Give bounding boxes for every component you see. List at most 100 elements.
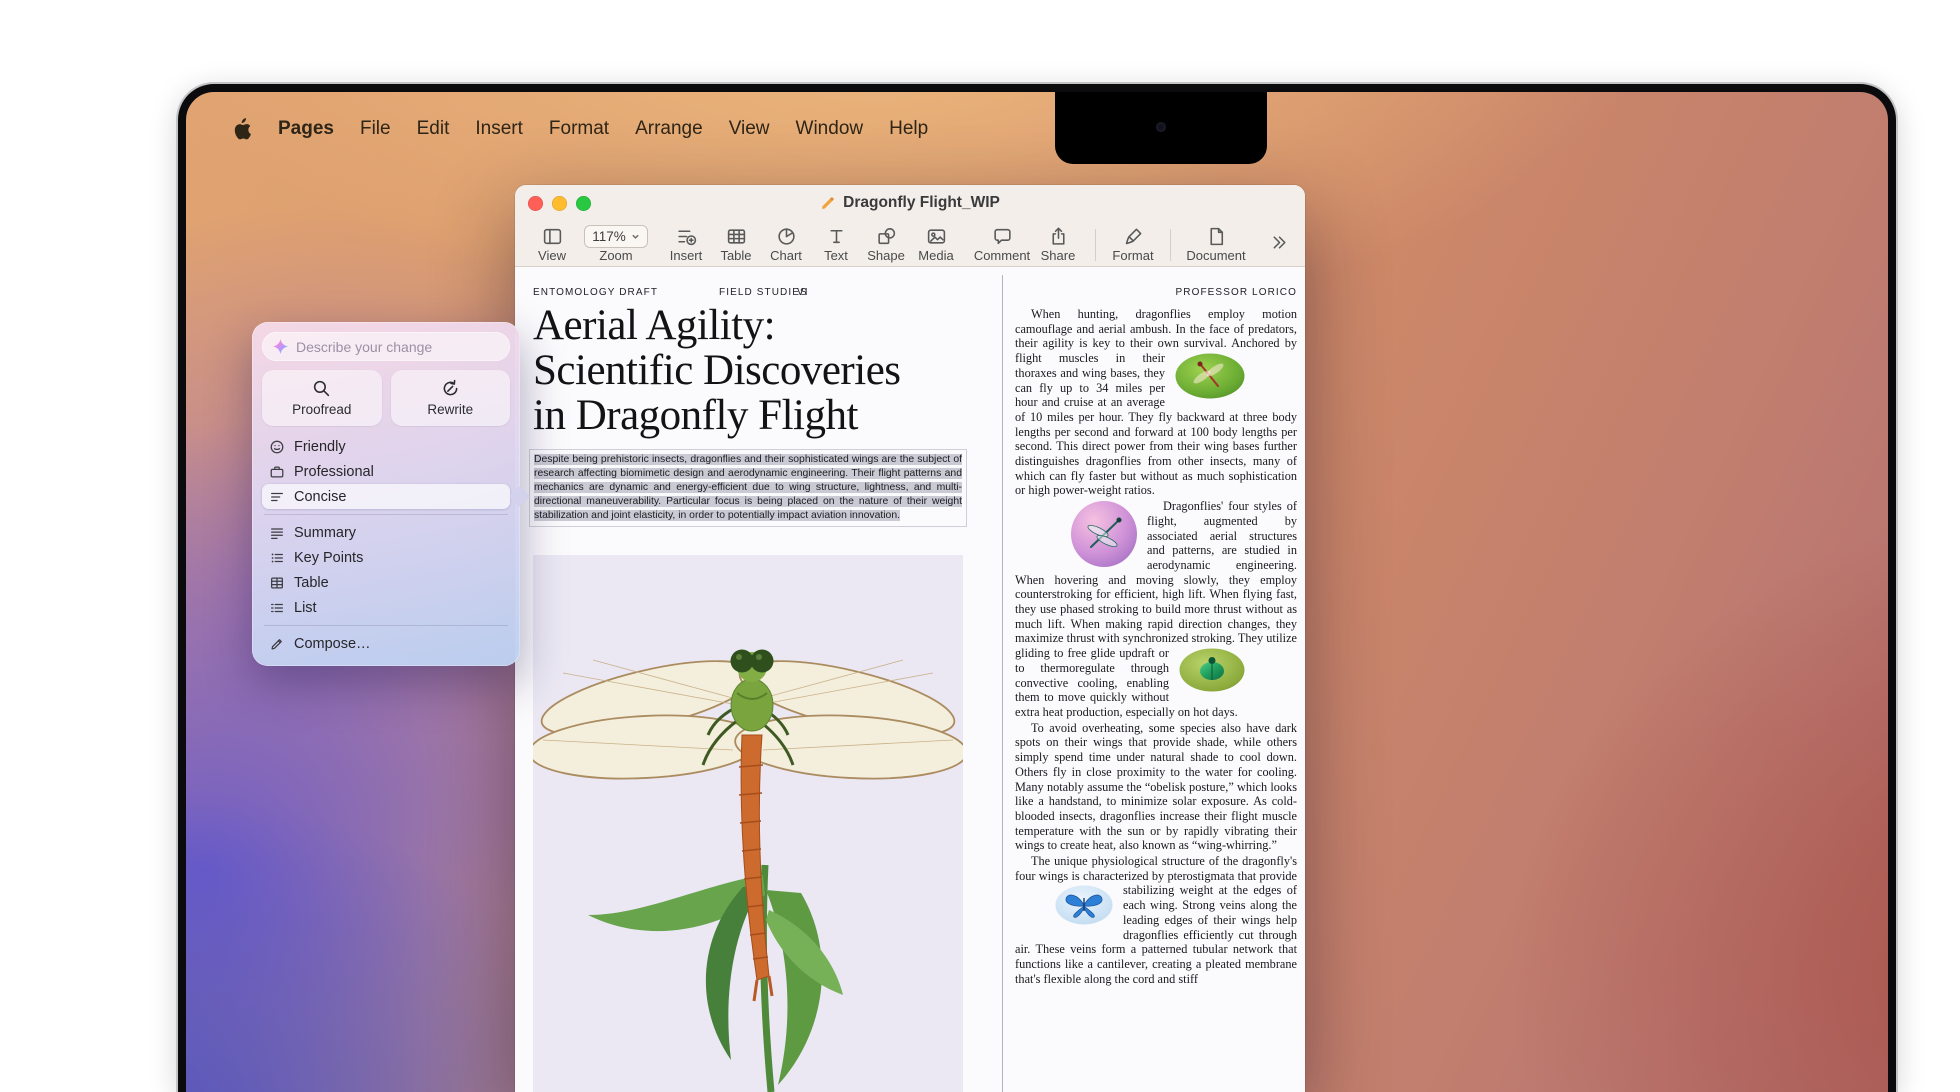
- toolbar-item-share[interactable]: Share: [1033, 224, 1083, 262]
- toolbar-item-label: Media: [918, 249, 953, 262]
- menu-item-edit[interactable]: Edit: [417, 118, 450, 140]
- compose-pencil-icon: [269, 636, 285, 652]
- toolbar-item-label: Table: [720, 249, 751, 262]
- facetime-camera: [1156, 122, 1166, 132]
- toolbar-item-label: Share: [1041, 249, 1076, 262]
- toolbar-item-more[interactable]: [1263, 224, 1293, 254]
- format-brush-icon: [1123, 225, 1144, 248]
- toolbar-item-label: View: [538, 249, 566, 262]
- menu-app-name[interactable]: Pages: [278, 118, 334, 140]
- writing-tools-item-professional[interactable]: Professional: [262, 459, 510, 484]
- fullscreen-button[interactable]: [576, 196, 591, 211]
- menu-item-label: Key Points: [294, 550, 363, 566]
- menu-item-label: Summary: [294, 525, 356, 541]
- title-line-1: Aerial Agility:: [533, 303, 967, 348]
- bullet-list-icon: [269, 550, 285, 566]
- toolbar-item-document[interactable]: Document: [1183, 224, 1249, 262]
- toolbar-item-label: Comment: [974, 249, 1030, 262]
- minimize-button[interactable]: [552, 196, 567, 211]
- body-paragraph[interactable]: When hunting, dragonflies employ motion …: [1015, 307, 1297, 498]
- document-icon: [1206, 225, 1227, 248]
- menu-item-format[interactable]: Format: [549, 118, 609, 140]
- body-paragraph[interactable]: To avoid overheating, some species also …: [1015, 721, 1297, 853]
- rewrite-button[interactable]: Rewrite: [391, 370, 511, 426]
- kicker-row[interactable]: ENTOMOLOGY DRAFT FIELD STUDIES VI: [533, 287, 963, 301]
- insert-icon: [676, 225, 697, 248]
- byline[interactable]: PROFESSOR LORICO: [1175, 287, 1297, 298]
- close-button[interactable]: [528, 196, 543, 211]
- toolbar-item-text[interactable]: Text: [811, 224, 861, 262]
- kicker-center[interactable]: FIELD STUDIES: [719, 287, 808, 298]
- toolbar-item-media[interactable]: Media: [911, 224, 961, 262]
- inline-photo-dragonfly-green[interactable]: [1175, 353, 1245, 399]
- menu-item-window[interactable]: Window: [796, 118, 864, 140]
- smiley-icon: [269, 439, 285, 455]
- action-label: Rewrite: [427, 402, 473, 417]
- writing-tools-item-compose[interactable]: Compose…: [262, 631, 510, 656]
- zoom-dropdown[interactable]: 117%: [584, 225, 648, 248]
- toolbar-separator: [1095, 229, 1096, 261]
- article-title[interactable]: Aerial Agility: Scientific Discoveries i…: [533, 303, 967, 438]
- selected-intro-paragraph[interactable]: Despite being prehistoric insects, drago…: [529, 449, 967, 527]
- writing-tools-item-list[interactable]: List: [262, 595, 510, 620]
- toolbar-item-zoom[interactable]: 117%Zoom: [583, 224, 649, 262]
- toolbar-item-format[interactable]: Format: [1108, 224, 1158, 262]
- dragonfly-illustration-svg: [533, 555, 963, 1092]
- title-line-2: Scientific Discoveries: [533, 348, 967, 393]
- proofread-button[interactable]: Proofread: [262, 370, 382, 426]
- menu-item-label: Concise: [294, 489, 346, 505]
- toolbar: View 117%Zoom Insert Table Chart Text Shape Med…: [515, 221, 1305, 267]
- menu-item-view[interactable]: View: [729, 118, 770, 140]
- pages-window: Dragonfly Flight_WIP View117%ZoomInsertT…: [515, 185, 1305, 1092]
- inline-photo-dragonfly-pink[interactable]: [1071, 501, 1137, 567]
- dragonfly-illustration[interactable]: [533, 555, 963, 1092]
- toolbar-item-label: Zoom: [599, 249, 632, 262]
- writing-tools-item-table[interactable]: Table: [262, 570, 510, 595]
- inline-photo-beetle[interactable]: [1179, 648, 1245, 692]
- table-icon: [726, 225, 747, 248]
- menu-bar: Pages File Edit Insert Format Arrange View Win…: [186, 92, 1888, 166]
- toolbar-item-chart[interactable]: Chart: [761, 224, 811, 262]
- traffic-lights: [528, 196, 591, 211]
- toolbar-item-label: Chart: [770, 249, 802, 262]
- menu-item-label: Friendly: [294, 439, 346, 455]
- toolbar-item-label: Shape: [867, 249, 905, 262]
- writing-tools-item-summary[interactable]: Summary: [262, 520, 510, 545]
- writing-tools-actions: Proofread Rewrite: [262, 370, 510, 426]
- magnifier-icon: [312, 379, 331, 398]
- writing-tools-popover: Proofread Rewrite Friendly Professional Con…: [252, 322, 520, 666]
- menu-item-arrange[interactable]: Arrange: [635, 118, 703, 140]
- writing-tools-item-concise[interactable]: Concise: [262, 484, 510, 509]
- concise-lines-icon: [269, 489, 285, 505]
- desktop-wallpaper: Pages File Edit Insert Format Arrange View Win…: [186, 92, 1888, 1092]
- toolbar-item-insert[interactable]: Insert: [661, 224, 711, 262]
- right-column: PROFESSOR LORICO When hunting, dragonfli…: [1015, 267, 1297, 1092]
- double-chevron-icon: [1268, 231, 1289, 254]
- macbook-bezel: Pages File Edit Insert Format Arrange View Win…: [178, 84, 1896, 1092]
- apple-menu[interactable]: [232, 117, 252, 141]
- menu-divider: [264, 625, 508, 626]
- toolbar-item-comment[interactable]: Comment: [971, 224, 1033, 262]
- menu-item-insert[interactable]: Insert: [475, 118, 523, 140]
- menu-item-label: Table: [294, 575, 329, 591]
- column-divider-rule: [1002, 275, 1003, 1092]
- share-icon: [1048, 225, 1069, 248]
- writing-tools-item-key-points[interactable]: Key Points: [262, 545, 510, 570]
- kicker-left[interactable]: ENTOMOLOGY DRAFT: [533, 287, 658, 298]
- toolbar-item-label: Format: [1112, 249, 1153, 262]
- toolbar-item-label: Text: [824, 249, 848, 262]
- body-paragraph[interactable]: The unique physiological structure of th…: [1015, 854, 1297, 986]
- describe-change-input[interactable]: [296, 339, 500, 355]
- toolbar-item-shape[interactable]: Shape: [861, 224, 911, 262]
- writing-tools-item-friendly[interactable]: Friendly: [262, 434, 510, 459]
- toolbar-item-label: Insert: [670, 249, 703, 262]
- kicker-right[interactable]: VI: [797, 287, 809, 298]
- menu-item-help[interactable]: Help: [889, 118, 928, 140]
- inline-photo-butterfly[interactable]: [1055, 885, 1113, 925]
- briefcase-icon: [269, 464, 285, 480]
- body-paragraph[interactable]: Dragonflies' four styles of flight, augm…: [1015, 499, 1297, 720]
- menu-item-file[interactable]: File: [360, 118, 391, 140]
- describe-change-field[interactable]: [262, 332, 510, 361]
- toolbar-item-table[interactable]: Table: [711, 224, 761, 262]
- toolbar-item-view[interactable]: View: [529, 224, 575, 262]
